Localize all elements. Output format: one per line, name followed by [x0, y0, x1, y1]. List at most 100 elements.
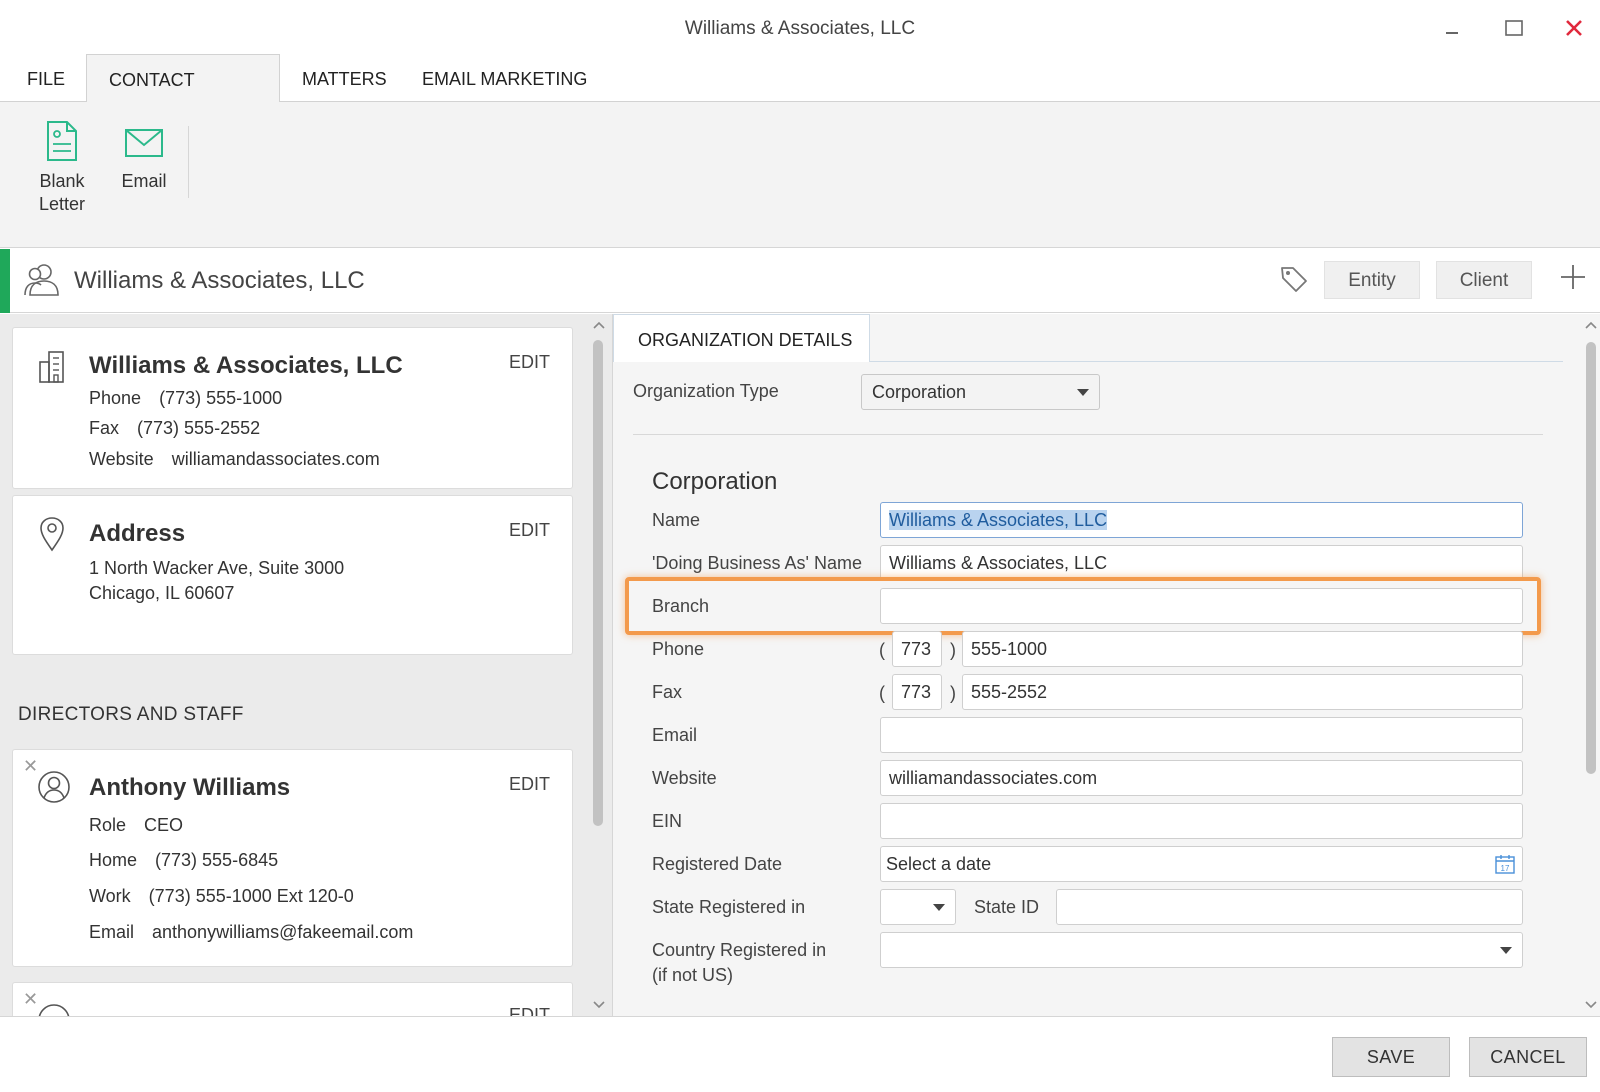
- right-scrollbar[interactable]: [1582, 314, 1600, 1016]
- dba-label: 'Doing Business As' Name: [652, 553, 862, 573]
- people-icon: [24, 264, 59, 296]
- tab-email-marketing[interactable]: EMAIL MARKETING: [400, 54, 609, 102]
- ribbon-tabs: FILE CONTACT DETAILS MATTERS EMAIL MARKE…: [0, 54, 1600, 140]
- svg-text:17: 17: [1501, 864, 1510, 873]
- director-email-value: anthonywilliams@fakeemail.com: [152, 922, 414, 942]
- ein-label: EIN: [652, 811, 683, 831]
- tab-matters[interactable]: MATTERS: [280, 54, 409, 102]
- edit-address-button[interactable]: EDIT: [509, 520, 550, 541]
- director-home-row: Home (773) 555-6845: [89, 850, 278, 871]
- name-label: Name: [652, 510, 701, 530]
- chevron-down-icon: [933, 904, 945, 911]
- fax-number-field[interactable]: 555-2552: [962, 674, 1523, 710]
- state-id-field[interactable]: [1056, 889, 1523, 925]
- tab-organization-details[interactable]: ORGANIZATION DETAILS: [613, 314, 870, 362]
- chip-entity[interactable]: Entity: [1324, 261, 1420, 299]
- edit-director-button-2[interactable]: EDIT: [509, 1005, 550, 1016]
- org-website-row: Website williamandassociates.com: [89, 449, 380, 470]
- left-scrollbar[interactable]: [590, 314, 608, 1016]
- minimize-button[interactable]: [1432, 10, 1472, 46]
- director-email-label: Email: [89, 922, 135, 942]
- org-fax-value: (773) 555-2552: [137, 418, 261, 438]
- org-type-select[interactable]: Corporation: [861, 374, 1100, 410]
- email-label: Email: [652, 725, 698, 745]
- chevron-down-icon: [1077, 389, 1089, 396]
- ribbon-toolbar: Blank Letter Email: [0, 102, 1600, 248]
- close-button[interactable]: [1554, 10, 1594, 46]
- directors-section-label: DIRECTORS AND STAFF: [18, 704, 244, 725]
- blank-letter-label-2: Letter: [38, 194, 86, 214]
- branch-field[interactable]: [880, 588, 1523, 624]
- scrollbar-thumb[interactable]: [593, 340, 603, 826]
- corporation-section-title: Corporation: [652, 468, 778, 495]
- director-role-row: Role CEO: [89, 815, 183, 836]
- blank-letter-label-1: Blank: [39, 171, 85, 191]
- scroll-up-arrow[interactable]: [590, 318, 608, 332]
- tab-file[interactable]: FILE: [5, 54, 87, 102]
- divider: [633, 434, 1543, 435]
- org-website-value: williamandassociates.com: [171, 449, 380, 469]
- plus-icon: [1561, 265, 1585, 289]
- tab-contact-details[interactable]: CONTACT DETAILS: [86, 54, 280, 140]
- envelope-icon: [125, 129, 163, 157]
- maximize-icon: [1505, 20, 1523, 36]
- cancel-button[interactable]: CANCEL: [1469, 1037, 1587, 1077]
- state-registered-select[interactable]: [880, 889, 956, 925]
- director-name: Anthony Williams: [89, 774, 291, 801]
- add-tag-button[interactable]: [1560, 261, 1586, 297]
- contact-header: Williams & Associates, LLC Entity Client: [0, 249, 1600, 313]
- save-button[interactable]: SAVE: [1332, 1037, 1450, 1077]
- org-phone-row: Phone (773) 555-1000: [89, 388, 282, 409]
- fax-paren-open: (: [879, 683, 885, 703]
- ein-field[interactable]: [880, 803, 1523, 839]
- org-website-label: Website: [89, 449, 154, 469]
- organization-details-pane: ORGANIZATION DETAILS Organization Type C…: [612, 314, 1582, 1016]
- phone-number-field[interactable]: 555-1000: [962, 631, 1523, 667]
- director-work-row: Work (773) 555-1000 Ext 120-0: [89, 886, 354, 907]
- email-label: Email: [121, 171, 167, 191]
- org-phone-value: (773) 555-1000: [159, 388, 283, 408]
- scroll-down-arrow[interactable]: [1582, 998, 1600, 1012]
- scrollbar-thumb[interactable]: [1586, 342, 1596, 774]
- chip-client[interactable]: Client: [1436, 261, 1532, 299]
- title-bar: Williams & Associates, LLC: [0, 0, 1600, 54]
- blank-letter-button[interactable]: Blank Letter: [30, 120, 94, 216]
- director-card-2: ✕ EDIT: [12, 982, 573, 1016]
- director-card: ✕ Anthony Williams EDIT Role CEO Home (773…: [12, 749, 573, 967]
- edit-organization-button[interactable]: EDIT: [509, 352, 550, 373]
- registered-date-field[interactable]: Select a date 17: [880, 846, 1523, 882]
- fax-area-code-field[interactable]: 773: [892, 674, 942, 710]
- email-field[interactable]: [880, 717, 1523, 753]
- phone-area-code-field[interactable]: 773: [892, 631, 942, 667]
- branch-label: Branch: [652, 596, 710, 616]
- remove-director-button[interactable]: ✕: [23, 756, 38, 777]
- maximize-button[interactable]: [1494, 10, 1534, 46]
- director-home-value: (773) 555-6845: [155, 850, 279, 870]
- website-label: Website: [652, 768, 717, 788]
- person-icon: [38, 771, 70, 803]
- org-type-value: Corporation: [872, 382, 967, 402]
- chevron-down-icon: [1500, 947, 1512, 954]
- address-line-1: 1 North Wacker Ave, Suite 3000: [89, 558, 345, 578]
- director-home-label: Home: [89, 850, 138, 870]
- registered-date-label: Registered Date: [652, 854, 783, 874]
- phone-paren-close: ): [950, 640, 956, 660]
- scroll-up-arrow[interactable]: [1582, 318, 1600, 332]
- country-registered-label-2: (if not US): [652, 965, 734, 985]
- edit-director-button[interactable]: EDIT: [509, 774, 550, 795]
- address-line-2: Chicago, IL 60607: [89, 583, 235, 603]
- calendar-icon[interactable]: 17: [1494, 853, 1516, 875]
- name-field[interactable]: Williams & Associates, LLC: [880, 502, 1523, 538]
- scroll-down-arrow[interactable]: [590, 998, 608, 1012]
- contact-name: Williams & Associates, LLC: [74, 267, 365, 294]
- name-value: Williams & Associates, LLC: [889, 510, 1108, 530]
- tag-icon[interactable]: [1280, 265, 1308, 293]
- dba-field[interactable]: Williams & Associates, LLC: [880, 545, 1523, 581]
- remove-director-button-2[interactable]: ✕: [23, 989, 38, 1010]
- email-button[interactable]: Email: [112, 120, 176, 193]
- window-title: Williams & Associates, LLC: [684, 18, 916, 39]
- org-type-label: Organization Type: [633, 381, 779, 401]
- website-field[interactable]: williamandassociates.com: [880, 760, 1523, 796]
- country-registered-select[interactable]: [880, 932, 1523, 968]
- director-work-value: (773) 555-1000 Ext 120-0: [148, 886, 354, 906]
